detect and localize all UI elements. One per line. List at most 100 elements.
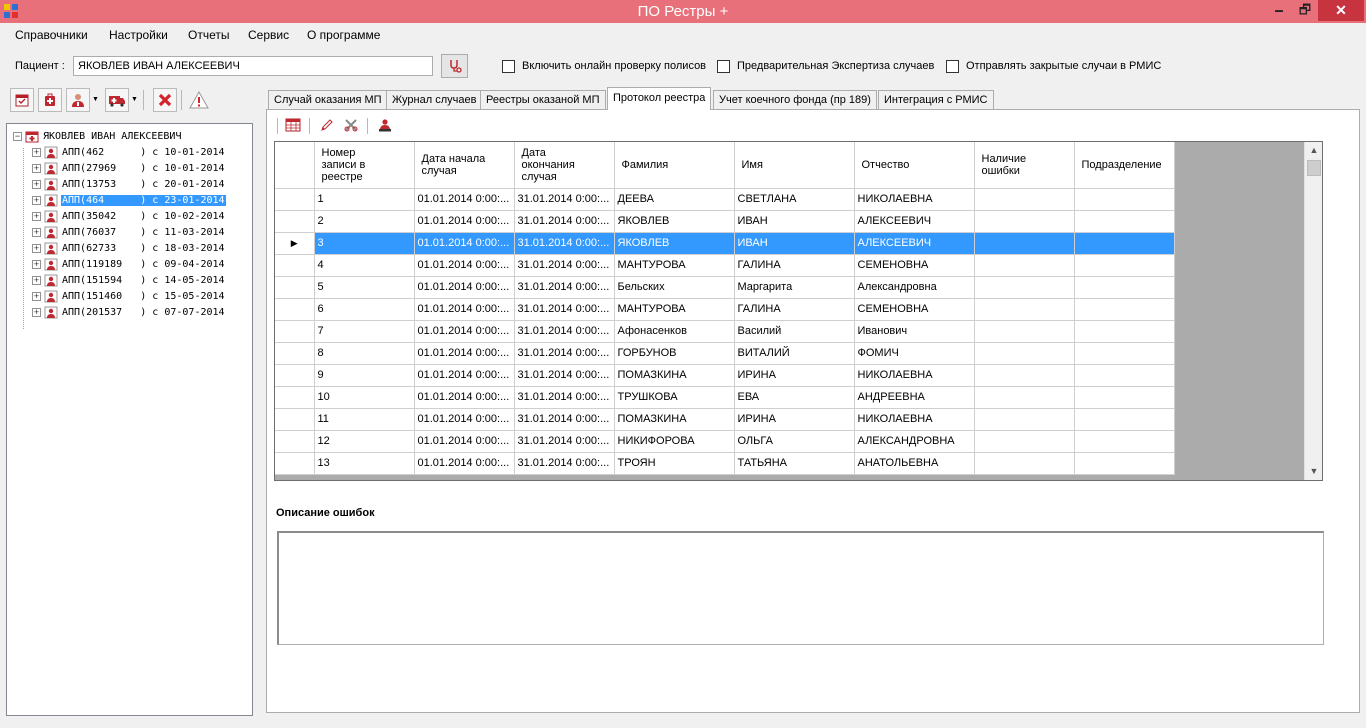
row-header[interactable] [275, 342, 315, 365]
grid-cell[interactable]: СВЕТЛАНА [734, 188, 855, 211]
grid-cell[interactable]: 31.01.2014 0:00:... [514, 430, 615, 453]
grid-cell[interactable]: 1 [314, 188, 415, 211]
grid-cell[interactable] [974, 210, 1075, 233]
grid-cell[interactable]: ПОМАЗКИНА [614, 364, 735, 387]
grid-cell[interactable]: НИКИФОРОВА [614, 430, 735, 453]
grid-cell[interactable]: 31.01.2014 0:00:... [514, 386, 615, 409]
grid-cell[interactable] [1074, 342, 1175, 365]
expand-icon[interactable]: + [32, 307, 41, 317]
new-case-button[interactable] [10, 88, 34, 112]
grid-cell[interactable]: 01.01.2014 0:00:... [414, 188, 515, 211]
grid-cell[interactable]: 01.01.2014 0:00:... [414, 408, 515, 431]
expand-icon[interactable]: + [32, 163, 41, 173]
grid-cell[interactable] [1074, 408, 1175, 431]
expand-icon[interactable]: + [32, 195, 41, 205]
grid-cell[interactable] [974, 364, 1075, 387]
tree-node-case[interactable]: + АПП(464 ) с 23-01-2014 [32, 193, 226, 207]
grid-cell[interactable]: СЕМЕНОВНА [854, 254, 975, 277]
warning-button[interactable] [187, 88, 211, 112]
expand-icon[interactable]: + [32, 275, 41, 285]
online-policy-check-checkbox[interactable]: Включить онлайн проверку полисов [502, 59, 706, 73]
row-header[interactable] [275, 298, 315, 321]
ambulance-button[interactable] [105, 88, 129, 112]
col-header-data-nachala[interactable]: Дата начала случая [414, 142, 515, 189]
tree-node-case[interactable]: + АПП(35042 ) с 10-02-2014 [32, 209, 226, 223]
grid-cell[interactable]: 01.01.2014 0:00:... [414, 430, 515, 453]
clear-button[interactable] [341, 115, 361, 135]
table-row[interactable]: 2 01.01.2014 0:00:... 31.01.2014 0:00:... Я… [275, 210, 1175, 233]
grid-cell[interactable]: 6 [314, 298, 415, 321]
grid-cell[interactable]: Афонасенков [614, 320, 735, 343]
grid-cell[interactable]: ТАТЬЯНА [734, 452, 855, 475]
grid-cell[interactable]: ВИТАЛИЙ [734, 342, 855, 365]
grid-cell[interactable]: 10 [314, 386, 415, 409]
row-header[interactable] [275, 320, 315, 343]
tree-node-case[interactable]: + АПП(62733 ) с 18-03-2014 [32, 241, 226, 255]
tree-node-case[interactable]: + АПП(13753 ) с 20-01-2014 [32, 177, 226, 191]
tree-node-case[interactable]: + АПП(27969 ) с 10-01-2014 [32, 161, 226, 175]
table-row[interactable]: ▶ 3 01.01.2014 0:00:... 31.01.2014 0:00:...… [275, 232, 1175, 255]
table-row[interactable]: 12 01.01.2014 0:00:... 31.01.2014 0:00:...… [275, 430, 1175, 453]
minimize-button[interactable]: 🗕 [1266, 0, 1292, 21]
grid-cell[interactable]: 01.01.2014 0:00:... [414, 232, 515, 255]
grid-cell[interactable]: 31.01.2014 0:00:... [514, 364, 615, 387]
tab-sluchay-okazaniya[interactable]: Случай оказания МП [268, 90, 388, 109]
preliminary-expertise-checkbox[interactable]: Предварительная Экспертиза случаев [717, 59, 934, 73]
row-header[interactable] [275, 210, 315, 233]
expand-icon[interactable]: + [32, 179, 41, 189]
grid-vertical-scrollbar[interactable]: ▲ ▼ [1304, 142, 1322, 480]
grid-cell[interactable]: ТРОЯН [614, 452, 735, 475]
grid-cell[interactable]: СЕМЕНОВНА [854, 298, 975, 321]
row-header[interactable] [275, 408, 315, 431]
tree-node-case[interactable]: + АПП(151460 ) с 15-05-2014 [32, 289, 226, 303]
table-row[interactable]: 4 01.01.2014 0:00:... 31.01.2014 0:00:... М… [275, 254, 1175, 277]
table-row[interactable]: 6 01.01.2014 0:00:... 31.01.2014 0:00:... М… [275, 298, 1175, 321]
patient-cases-tree[interactable]: − ЯКОВЛЕВ ИВАН АЛЕКСЕЕВИЧ + АПП(462 ) с 1… [6, 123, 253, 716]
tab-reestry[interactable]: Реестры оказаной МП [480, 90, 606, 109]
grid-cell[interactable]: ПОМАЗКИНА [614, 408, 735, 431]
checkbox-box[interactable] [717, 59, 730, 73]
grid-cell[interactable] [1074, 298, 1175, 321]
grid-cell[interactable]: ИВАН [734, 210, 855, 233]
grid-cell[interactable]: АЛЕКСАНДРОВНА [854, 430, 975, 453]
grid-cell[interactable]: 3 [314, 232, 415, 255]
patient-search-button[interactable] [441, 54, 468, 78]
grid-cell[interactable]: ГАЛИНА [734, 298, 855, 321]
grid-cell[interactable]: 31.01.2014 0:00:... [514, 452, 615, 475]
collapse-icon[interactable]: − [13, 131, 22, 141]
grid-cell[interactable] [974, 452, 1075, 475]
grid-cell[interactable]: 01.01.2014 0:00:... [414, 386, 515, 409]
grid-cell[interactable]: ДЕЕВА [614, 188, 735, 211]
grid-cell[interactable]: Василий [734, 320, 855, 343]
col-header-familiya[interactable]: Фамилия [614, 142, 735, 189]
menu-otchety[interactable]: Отчеты [188, 28, 229, 42]
grid-cell[interactable]: ФОМИЧ [854, 342, 975, 365]
grid-cell[interactable] [1074, 232, 1175, 255]
errors-textbox[interactable] [277, 531, 1324, 645]
row-header[interactable] [275, 188, 315, 211]
col-header-otchestvo[interactable]: Отчество [854, 142, 975, 189]
tree-node-case[interactable]: + АПП(462 ) с 10-01-2014 [32, 145, 226, 159]
table-row[interactable]: 5 01.01.2014 0:00:... 31.01.2014 0:00:... Б… [275, 276, 1175, 299]
tree-node-case[interactable]: + АПП(119189 ) с 09-04-2014 [32, 257, 226, 271]
grid-cell[interactable] [974, 254, 1075, 277]
grid-cell[interactable]: 31.01.2014 0:00:... [514, 232, 615, 255]
grid-cell[interactable]: 11 [314, 408, 415, 431]
grid-cell[interactable]: 01.01.2014 0:00:... [414, 452, 515, 475]
load-protocol-button[interactable] [283, 115, 303, 135]
checkbox-box[interactable] [946, 59, 959, 73]
grid-cell[interactable]: 31.01.2014 0:00:... [514, 320, 615, 343]
grid-cell[interactable]: 5 [314, 276, 415, 299]
chevron-down-icon[interactable]: ▼ [131, 96, 138, 103]
grid-cell[interactable]: 31.01.2014 0:00:... [514, 342, 615, 365]
doctor-button[interactable] [66, 88, 90, 112]
grid-cell[interactable]: АНДРЕЕВНА [854, 386, 975, 409]
tab-uchet-koechnogo-fonda[interactable]: Учет коечного фонда (пр 189) [713, 90, 877, 109]
grid-cell[interactable] [974, 188, 1075, 211]
grid-cell[interactable] [1074, 188, 1175, 211]
grid-cell[interactable]: 31.01.2014 0:00:... [514, 210, 615, 233]
grid-cell[interactable] [1074, 210, 1175, 233]
grid-cell[interactable]: НИКОЛАЕВНА [854, 188, 975, 211]
grid-cell[interactable]: 8 [314, 342, 415, 365]
grid-cell[interactable]: Маргарита [734, 276, 855, 299]
